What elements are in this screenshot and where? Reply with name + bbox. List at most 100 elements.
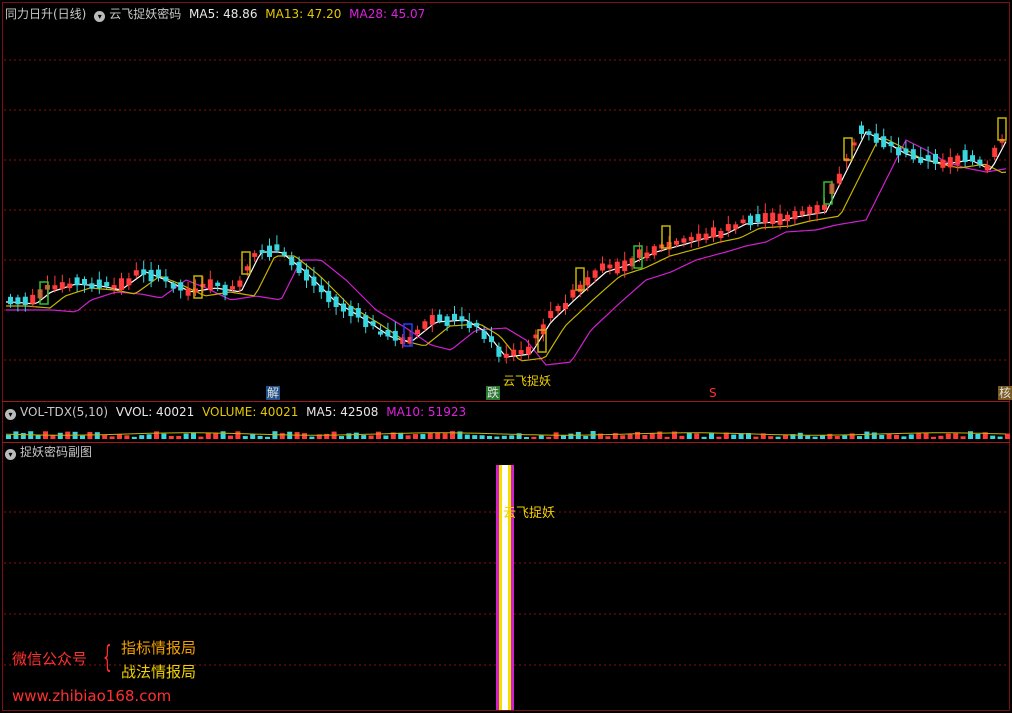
candle-body (984, 165, 990, 171)
candle-body (792, 211, 798, 220)
signal-candle (843, 137, 853, 161)
candle-body (96, 279, 102, 288)
volume-bar (309, 436, 315, 439)
vol-ma5-value: MA5: 42508 (306, 405, 379, 419)
candle-body (785, 214, 790, 222)
volume-bar (427, 432, 433, 439)
candle-body (511, 349, 517, 356)
candle-body (607, 264, 613, 269)
candle-body (888, 142, 894, 147)
volume-bar (938, 435, 944, 439)
candle-body (133, 270, 139, 276)
candle-body (896, 147, 901, 156)
sub-menu-icon[interactable]: ▾ (5, 449, 16, 460)
volume-bar (975, 433, 981, 439)
candle-body (452, 313, 457, 320)
volume-bar (161, 433, 167, 439)
volume-bar (568, 433, 574, 439)
candle-body (422, 321, 428, 329)
candle-body (518, 350, 524, 355)
candle-body (733, 224, 739, 230)
candle-body (341, 303, 346, 312)
volume-bar (487, 435, 492, 439)
volume-bar (583, 435, 589, 439)
volume-bar (931, 436, 936, 439)
volume-bar (716, 436, 722, 439)
volume-bar (886, 433, 892, 439)
volume-bar (109, 436, 115, 439)
volume-bar (908, 434, 914, 439)
volume-bar (450, 431, 455, 439)
candle-body (104, 282, 110, 287)
volume-bar (405, 435, 411, 439)
volume-bar (864, 431, 870, 439)
candle-body (577, 284, 583, 293)
candle-body (836, 173, 842, 184)
candle-body (141, 269, 147, 275)
volume-bar (524, 436, 529, 439)
volume-bar (990, 435, 996, 439)
volume-bar (368, 435, 374, 439)
volume-bar (901, 436, 907, 439)
volume-bar (205, 432, 211, 439)
volume-menu-icon[interactable]: ▾ (5, 409, 16, 420)
candle-body (762, 213, 768, 223)
candle-body (955, 155, 961, 165)
volume-bar (797, 432, 803, 439)
candle-body (67, 283, 73, 289)
watermark-line2: 战法情报局 (121, 663, 197, 681)
price-chart[interactable] (0, 0, 1012, 400)
volume-bar (701, 436, 707, 439)
candle-body (163, 276, 169, 282)
volume-indicator-name[interactable]: VOL-TDX(5,10) (20, 405, 108, 419)
signal-candle (241, 251, 251, 275)
candle-body (296, 261, 302, 274)
candle-body (244, 266, 250, 271)
candle-body (415, 329, 420, 335)
candle-body (600, 263, 605, 271)
volume-bar (376, 431, 381, 439)
volume-bar (80, 435, 85, 439)
watermark-url: www.zhibiao168.com (12, 687, 172, 705)
candle-body (444, 316, 450, 326)
candle-body (755, 214, 761, 223)
volume-bar (679, 435, 685, 439)
volume-bar (442, 433, 448, 439)
vol-ma10-value: MA10: 51923 (386, 405, 467, 419)
volume-bar (228, 435, 233, 439)
sub-indicator-name[interactable]: 捉妖密码副图 (20, 445, 92, 459)
candle-body (281, 251, 287, 256)
candle-body (274, 244, 280, 251)
volume-bar (738, 433, 744, 439)
volume-bar (731, 434, 737, 439)
volume-bar (154, 431, 159, 439)
volume-bar (812, 436, 818, 439)
volume-bar (871, 432, 877, 439)
volume-bar (945, 433, 951, 439)
ma13-line (6, 136, 1007, 362)
volume-bar (117, 433, 122, 439)
candle-body (496, 346, 502, 357)
candle-body (259, 249, 265, 254)
volume-bar (635, 431, 640, 439)
candle-body (592, 270, 598, 278)
sub-header: ▾ 捉妖密码副图 (5, 444, 96, 460)
candle-body (622, 260, 628, 272)
candle-body (370, 321, 376, 326)
volume-bar (198, 436, 204, 439)
volume-bar (257, 435, 263, 439)
volume-bar (501, 435, 507, 439)
volume-bar (753, 436, 759, 439)
volume-bar (124, 435, 130, 439)
candle-body (644, 252, 650, 259)
vvol-value: VVOL: 40021 (115, 405, 195, 419)
candle-body (326, 290, 332, 303)
volume-bar (879, 434, 885, 439)
volume-bar (531, 436, 537, 439)
jie-marker: 解 (266, 386, 281, 400)
candle-body (688, 236, 694, 241)
volume-bar (664, 436, 670, 439)
volume-bar (686, 432, 692, 439)
brace-icon: { (103, 640, 112, 675)
volume-bar (146, 434, 152, 439)
